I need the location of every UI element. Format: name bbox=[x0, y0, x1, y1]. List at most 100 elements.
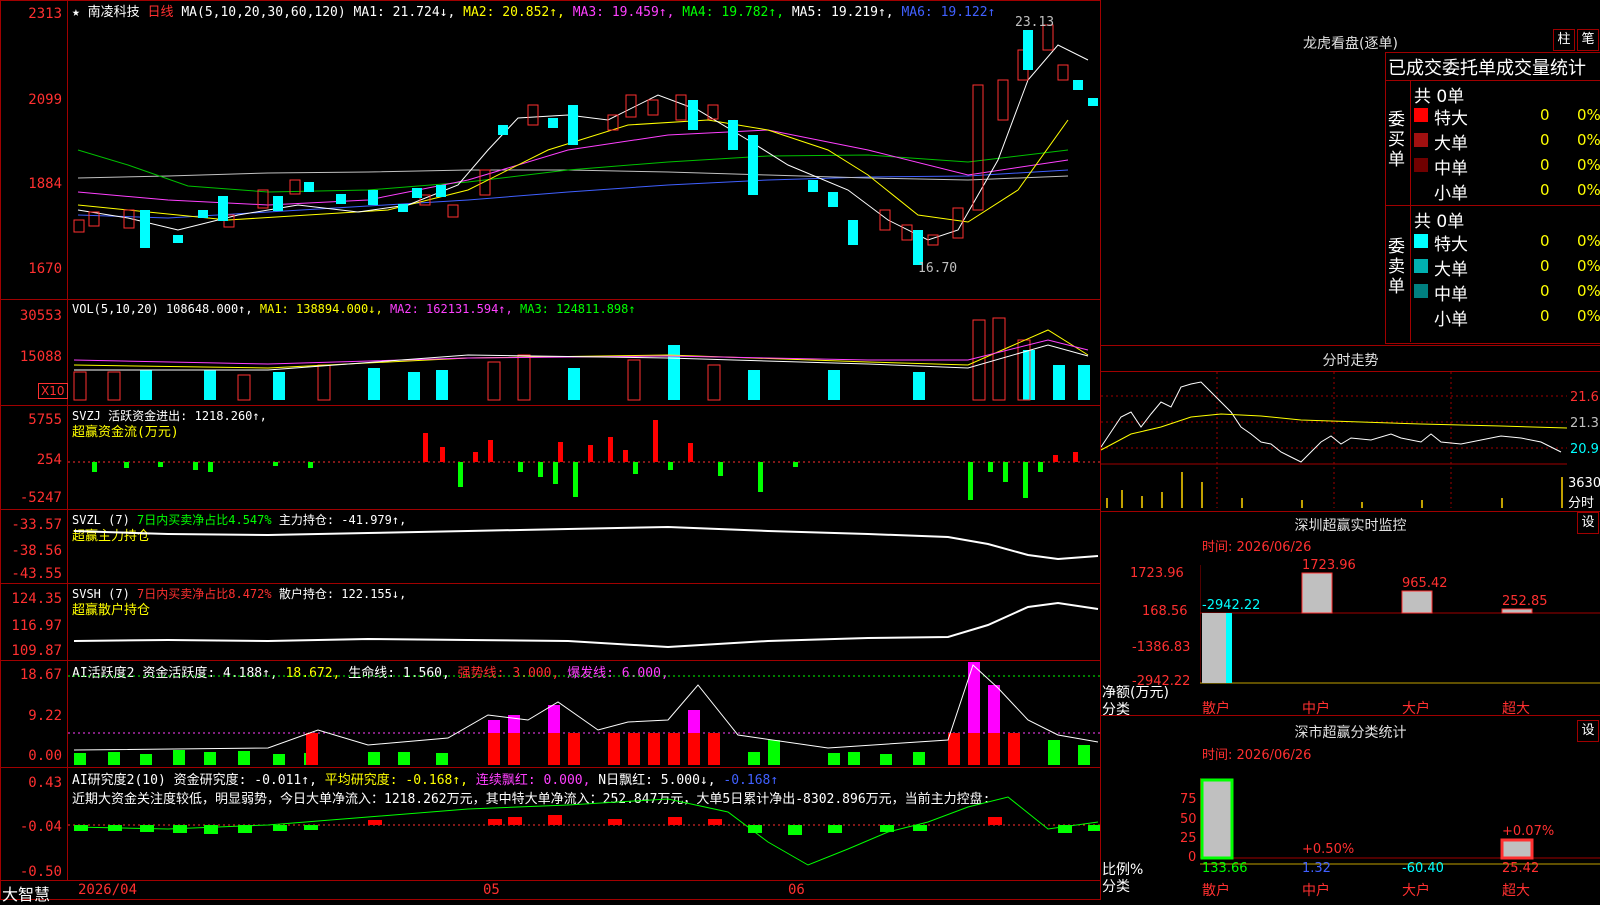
svzj-axis-label: 254 bbox=[36, 452, 62, 468]
ai2-axis-label: 0.43 bbox=[28, 775, 62, 791]
dragon-table-header: 已成交委托单成交量统计 bbox=[1388, 58, 1586, 79]
classstat-value-label: 133.66 bbox=[1202, 861, 1248, 876]
sell-color-swatch bbox=[1414, 234, 1428, 248]
intraday-chart[interactable] bbox=[1101, 372, 1567, 508]
sell-row-percent: 0% bbox=[1577, 282, 1600, 300]
sell-row-percent: 0% bbox=[1577, 307, 1600, 325]
dragon-panel-title: 龙虎看盘(逐单) bbox=[1303, 36, 1398, 52]
vol-axis-label: 15088 bbox=[19, 349, 62, 365]
svsh-axis-label: 124.35 bbox=[11, 591, 62, 607]
sell-row-name: 特大 bbox=[1434, 235, 1468, 255]
buy-side-label: 委买单 bbox=[1388, 110, 1405, 170]
candles bbox=[73, 24, 1098, 265]
svzj-axis-label: 5755 bbox=[28, 412, 62, 428]
buy-row-count: 0 bbox=[1540, 181, 1550, 199]
sell-color-swatch bbox=[1414, 309, 1428, 323]
sell-color-swatch bbox=[1414, 284, 1428, 298]
ai1-axis-label: 0.00 bbox=[28, 748, 62, 764]
ai1-axis-label: 9.22 bbox=[28, 708, 62, 724]
sep-xaxis bbox=[0, 880, 1101, 881]
intraday-volume-label: 3630 bbox=[1568, 476, 1600, 491]
monitor-x-title: 分类 bbox=[1102, 702, 1130, 718]
classstat-value-label: 25.42 bbox=[1502, 861, 1540, 876]
classstat-axis-label: 25 bbox=[1180, 831, 1197, 846]
classstat-top-label: +0.50% bbox=[1302, 842, 1355, 857]
intraday-title: 分时走势 bbox=[1322, 353, 1379, 369]
monitor-settings-button[interactable]: 设 bbox=[1577, 512, 1599, 534]
classstat-time: 时间: 2026/06/26 bbox=[1202, 748, 1312, 763]
price-axis-label: 2313 bbox=[28, 6, 62, 22]
sell-color-swatch bbox=[1414, 259, 1428, 273]
monitor-time: 时间: 2026/06/26 bbox=[1202, 540, 1312, 555]
buy-row-percent: 0% bbox=[1577, 156, 1600, 174]
date-label: 2026/04 bbox=[78, 882, 138, 898]
sell-row-name: 小单 bbox=[1434, 310, 1468, 330]
svzl-axis-label: -33.57 bbox=[11, 517, 62, 533]
classstat-x-title: 分类 bbox=[1102, 879, 1130, 895]
svzl-axis-label: -43.55 bbox=[11, 566, 62, 582]
vol-axis-label: 30553 bbox=[19, 308, 62, 324]
sell-row-count: 0 bbox=[1540, 307, 1550, 325]
svzl-chart bbox=[73, 525, 1099, 561]
classstat-category-label: 中户 bbox=[1302, 883, 1330, 899]
sell-total: 共 0单 bbox=[1414, 212, 1465, 232]
bar-view-button[interactable]: 柱 bbox=[1553, 29, 1575, 51]
classstat-value-label: -60.40 bbox=[1402, 861, 1444, 876]
buy-color-swatch bbox=[1414, 133, 1428, 147]
buy-row-count: 0 bbox=[1540, 106, 1550, 124]
app-brand: 大智慧 bbox=[2, 885, 51, 904]
svzl-axis-label: -38.56 bbox=[11, 543, 62, 559]
buy-color-swatch bbox=[1414, 108, 1428, 122]
buy-row-name: 大单 bbox=[1434, 134, 1468, 154]
classstat-top-label: +0.07% bbox=[1502, 824, 1555, 839]
monitor-axis-label: -1386.83 bbox=[1132, 640, 1191, 655]
price-axis-label: 2099 bbox=[28, 92, 62, 108]
classstat-axis-label: 50 bbox=[1180, 812, 1197, 827]
price-axis-label: 1670 bbox=[28, 261, 62, 277]
monitor-value-label: 252.85 bbox=[1502, 594, 1548, 609]
low-price-mark: 16.70 bbox=[918, 261, 957, 276]
classstat-divider bbox=[1101, 715, 1600, 716]
svzj-axis-label: -5247 bbox=[19, 490, 62, 506]
ai2-chart bbox=[68, 796, 1100, 866]
date-label: 06 bbox=[788, 882, 805, 898]
buy-color-swatch bbox=[1414, 158, 1428, 172]
svsh-chart bbox=[73, 601, 1099, 649]
dragon-divider bbox=[1385, 80, 1600, 81]
sell-row-count: 0 bbox=[1540, 257, 1550, 275]
vol-chart bbox=[73, 317, 1090, 401]
buy-row-count: 0 bbox=[1540, 156, 1550, 174]
ai2-axis-label: -0.50 bbox=[19, 864, 62, 880]
intraday-axis-label: 21.67 bbox=[1570, 390, 1600, 405]
ai1-chart bbox=[68, 662, 1100, 765]
monitor-value-label: -2942.22 bbox=[1202, 598, 1261, 613]
tick-view-button[interactable]: 笔 bbox=[1577, 29, 1599, 51]
buy-color-swatch bbox=[1414, 183, 1428, 197]
dragon-col-divider bbox=[1410, 80, 1411, 342]
ma1-line bbox=[77, 44, 1089, 241]
buy-row-name: 小单 bbox=[1434, 184, 1468, 204]
classstat-title: 深市超赢分类统计 bbox=[1294, 725, 1407, 741]
monitor-axis-label: 168.56 bbox=[1142, 604, 1188, 619]
ma4-line bbox=[77, 149, 1069, 193]
buy-row-percent: 0% bbox=[1577, 106, 1600, 124]
monitor-value-label: 965.42 bbox=[1402, 576, 1448, 591]
sell-side-label: 委卖单 bbox=[1388, 237, 1405, 297]
monitor-axis-label: 1723.96 bbox=[1130, 566, 1184, 581]
buy-row-name: 特大 bbox=[1434, 109, 1468, 129]
buy-row-count: 0 bbox=[1540, 131, 1550, 149]
intraday-volume-caption: 分时 bbox=[1568, 496, 1595, 511]
svsh-axis-label: 109.87 bbox=[11, 643, 62, 659]
svsh-axis-label: 116.97 bbox=[11, 618, 62, 634]
svzj-chart bbox=[68, 420, 1100, 500]
ai2-axis-label: -0.04 bbox=[19, 819, 62, 835]
monitor-chart bbox=[1200, 565, 1600, 684]
sell-row-count: 0 bbox=[1540, 232, 1550, 250]
classstat-category-label: 散户 bbox=[1202, 883, 1230, 899]
sell-row-name: 大单 bbox=[1434, 260, 1468, 280]
classstat-settings-button[interactable]: 设 bbox=[1577, 720, 1599, 742]
sell-row-percent: 0% bbox=[1577, 232, 1600, 250]
ai1-axis-label: 18.67 bbox=[19, 667, 62, 683]
price-axis-label: 1884 bbox=[28, 176, 62, 192]
monitor-title: 深圳超赢实时监控 bbox=[1294, 518, 1407, 534]
